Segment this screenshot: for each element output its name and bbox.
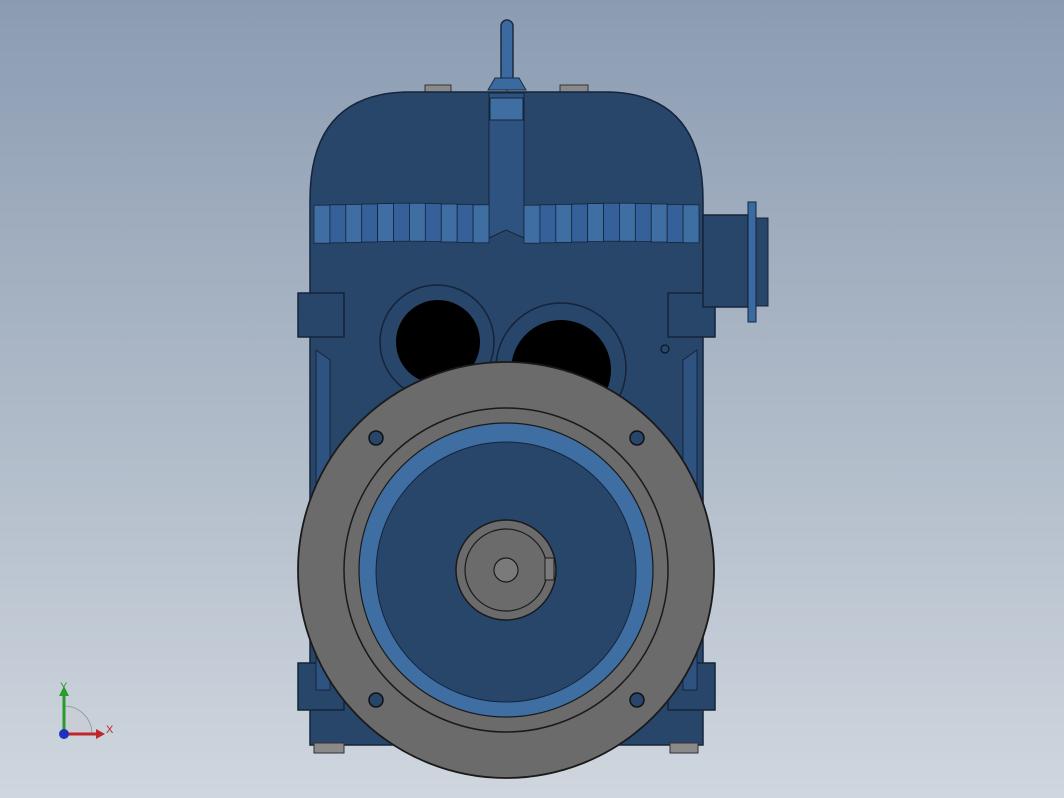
cooling-fin (361, 203, 379, 243)
coordinate-triad: Y X (59, 681, 114, 739)
y-axis-label: Y (60, 681, 68, 693)
cooling-fin (440, 203, 458, 243)
cooling-fin (472, 204, 490, 244)
cooling-fin (377, 203, 394, 243)
bracket-upper-left (297, 292, 345, 338)
cooling-fin (313, 204, 331, 244)
triad-plane (63, 705, 93, 735)
cooling-fin (456, 203, 474, 243)
cooling-fin (682, 204, 700, 244)
cooling-fins-left (313, 202, 490, 244)
cad-viewport[interactable]: Y X (0, 0, 1064, 798)
cooling-fin (424, 203, 442, 243)
cooling-fin (393, 202, 410, 242)
foot-bolt-right (669, 742, 699, 754)
flange-bolt-hole (629, 430, 645, 446)
side-port-cap (755, 217, 769, 307)
shaft-center-hole (493, 557, 519, 583)
flange-bolt-hole (629, 692, 645, 708)
rod-base (487, 77, 527, 91)
cooling-fin (409, 202, 426, 242)
cooling-fin (587, 203, 604, 243)
cooling-fin (603, 202, 620, 242)
foot-bolt-left (313, 742, 345, 754)
cooling-fin (650, 203, 668, 243)
cooling-fin (634, 203, 652, 243)
cooling-fin (329, 204, 347, 244)
flange-bolt-hole (368, 430, 384, 446)
shaft-key (544, 557, 555, 581)
cooling-fins-right (523, 202, 700, 244)
small-hole (660, 344, 670, 354)
flange-bolt-hole (368, 692, 384, 708)
x-axis-label: X (106, 724, 114, 736)
cooling-fin (571, 203, 589, 243)
cooling-fin (345, 203, 363, 243)
cooling-fin (619, 202, 636, 242)
cooling-fin (666, 203, 684, 243)
side-port-flange (747, 201, 757, 323)
rib-cap (489, 97, 524, 121)
z-axis-dot (59, 729, 69, 739)
cooling-fin (523, 204, 541, 244)
cooling-fin (539, 204, 557, 244)
side-port-housing (702, 214, 749, 308)
cooling-fin (555, 203, 573, 243)
gear-motor-model[interactable] (0, 0, 1064, 798)
x-axis-arrow (96, 729, 105, 739)
